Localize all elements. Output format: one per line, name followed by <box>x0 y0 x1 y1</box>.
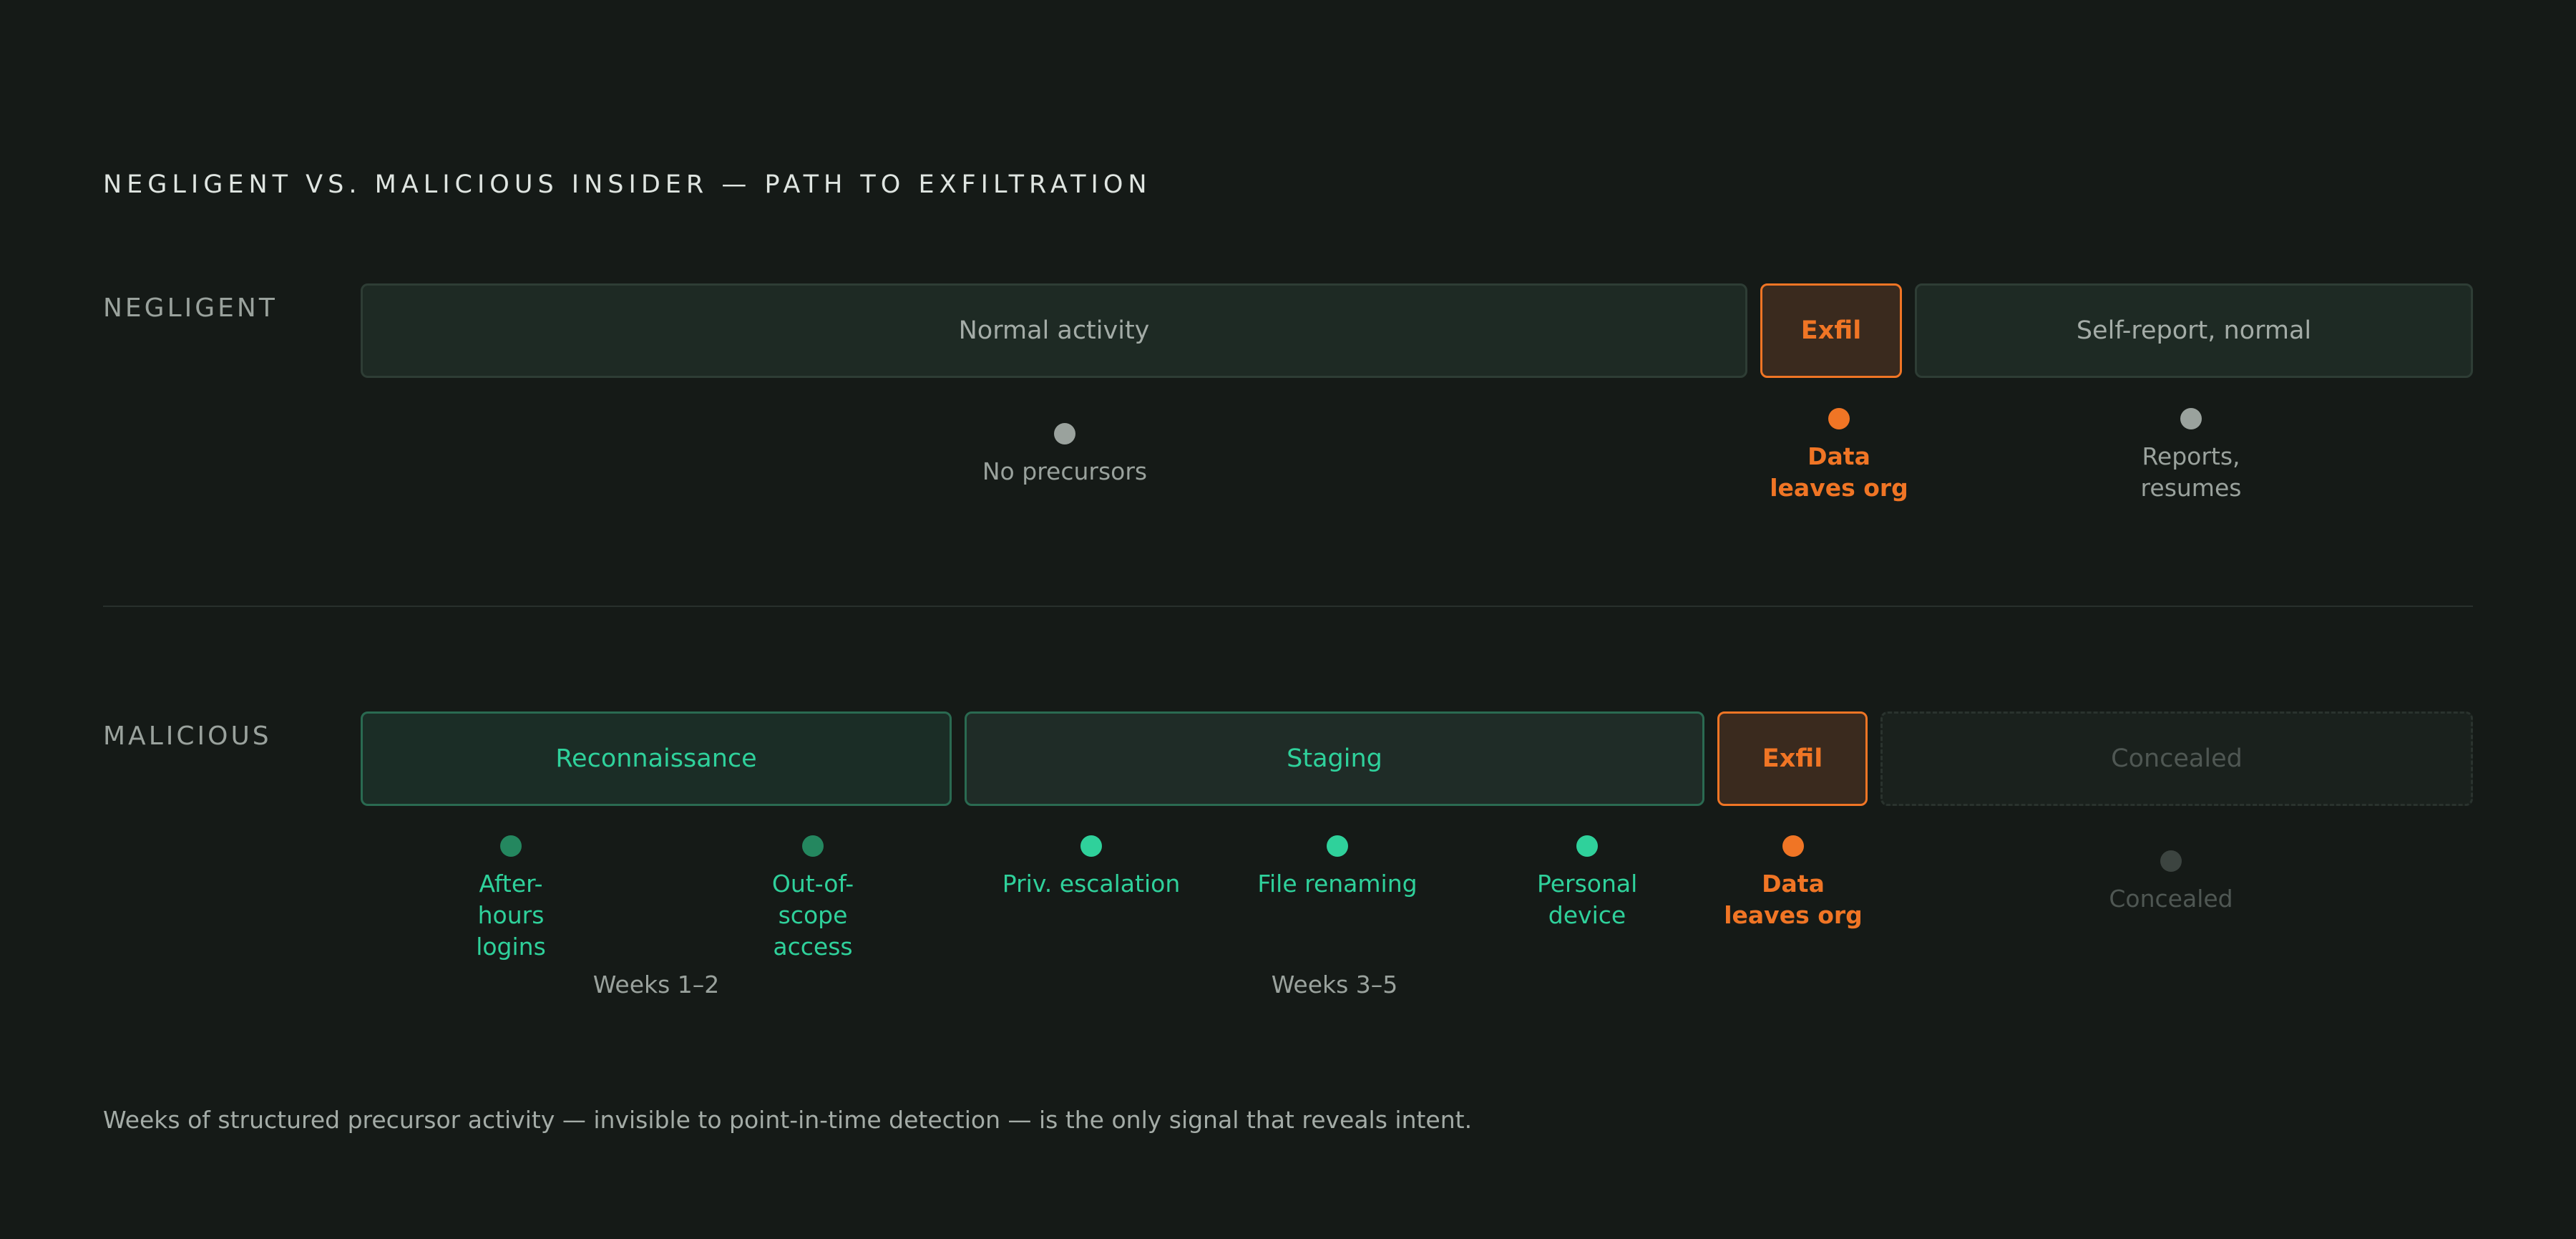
row-divider <box>103 606 2473 607</box>
event-label: Data leaves org <box>1770 442 1908 502</box>
malicious-row-label: MALICIOUS <box>103 721 272 751</box>
event-dot <box>2160 850 2182 872</box>
event-label: After-hours logins <box>476 870 546 961</box>
event-data-leaves-malicious: Data leaves org <box>1686 835 1901 931</box>
phase-self-report: Self-report, normal <box>1915 283 2473 378</box>
event-label: Reports, resumes <box>2140 442 2242 502</box>
span-label-weeks-1-2: Weeks 1–2 <box>592 971 720 999</box>
event-personal-device: Personal device <box>1480 835 1694 931</box>
event-dot <box>1080 835 1102 857</box>
event-reports-resumes: Reports, resumes <box>2084 408 2298 504</box>
event-dot <box>500 835 522 857</box>
event-after-hours-logins: After-hours logins <box>404 835 618 963</box>
event-dot <box>1828 408 1850 429</box>
event-label: No precursors <box>982 457 1148 485</box>
phase-reconnaissance: Reconnaissance <box>361 711 952 806</box>
event-label: File renaming <box>1257 870 1418 898</box>
footnote: Weeks of structured precursor activity —… <box>103 1106 1473 1134</box>
event-data-leaves-negligent: Data leaves org <box>1732 408 1946 504</box>
negligent-row-label: NEGLIGENT <box>103 293 278 323</box>
event-dot <box>1054 423 1075 444</box>
event-out-of-scope-access: Out-of-scope access <box>706 835 920 963</box>
event-dot <box>802 835 824 857</box>
event-priv-escalation: Priv. escalation <box>984 835 1199 900</box>
diagram-title: NEGLIGENT VS. MALICIOUS INSIDER — PATH T… <box>103 170 1152 199</box>
phase-concealed: Concealed <box>1880 711 2473 806</box>
phase-exfil-malicious: Exfil <box>1717 711 1868 806</box>
span-label-weeks-3-5: Weeks 3–5 <box>1271 971 1398 999</box>
event-dot <box>1327 835 1348 857</box>
event-dot <box>2180 408 2202 429</box>
event-label: Out-of-scope access <box>771 870 854 961</box>
event-no-precursors: No precursors <box>957 423 1172 487</box>
phase-exfil-negligent: Exfil <box>1760 283 1902 378</box>
event-concealed: Concealed <box>2064 850 2278 915</box>
phase-normal-activity: Normal activity <box>361 283 1747 378</box>
event-label: Personal device <box>1537 870 1638 929</box>
phase-staging: Staging <box>965 711 1704 806</box>
event-label: Data leaves org <box>1724 870 1863 929</box>
event-file-renaming: File renaming <box>1230 835 1445 900</box>
event-dot <box>1576 835 1598 857</box>
event-label: Concealed <box>2109 885 2233 913</box>
event-dot <box>1782 835 1804 857</box>
event-label: Priv. escalation <box>1002 870 1181 898</box>
